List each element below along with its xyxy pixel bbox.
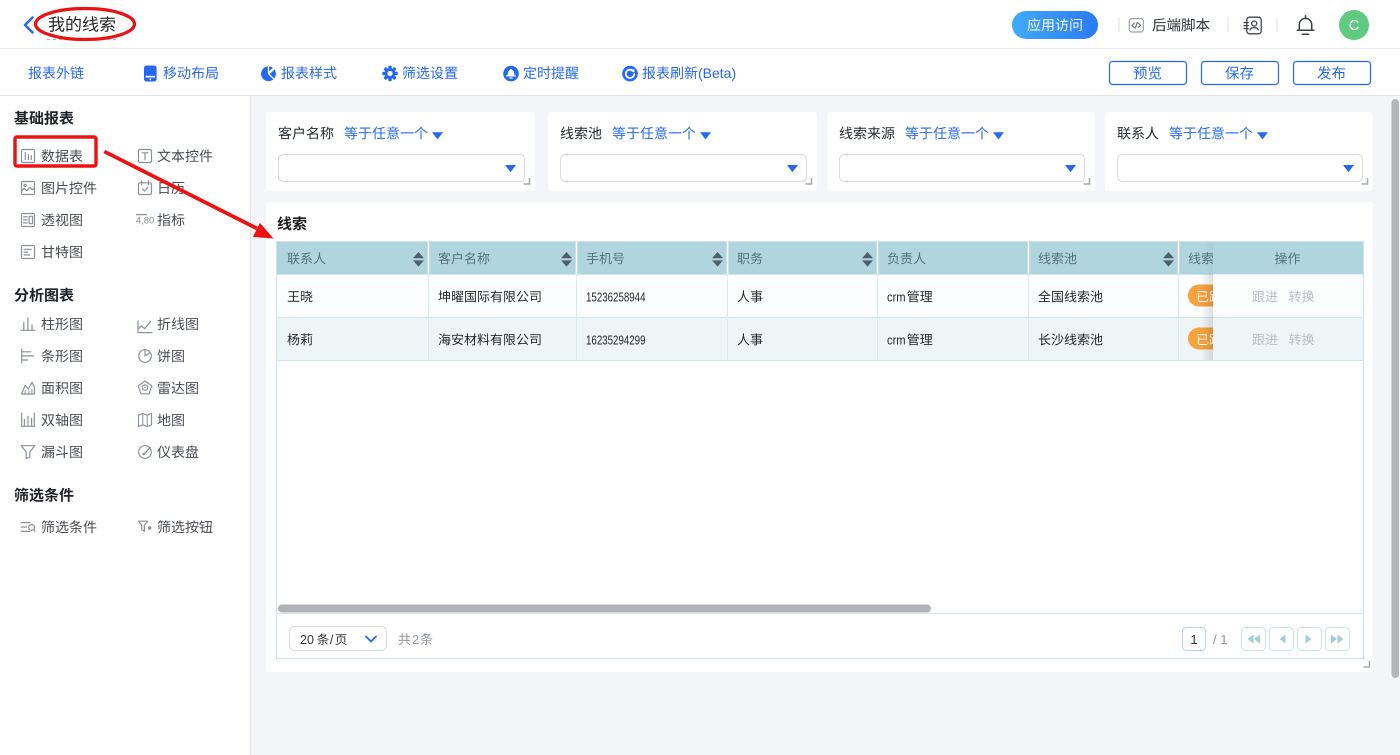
- svg-text:/: /: [330, 633, 334, 647]
- svg-text:crm: crm: [887, 289, 906, 304]
- svg-text:(Beta): (Beta): [698, 65, 736, 81]
- svg-text:1: 1: [1190, 632, 1197, 647]
- svg-text:15236258944: 15236258944: [586, 289, 646, 304]
- svg-text:4,80: 4,80: [136, 215, 155, 226]
- svg-text:crm: crm: [887, 332, 906, 347]
- svg-text:C: C: [1349, 18, 1359, 34]
- svg-text:2: 2: [412, 632, 419, 647]
- svg-text:16235294299: 16235294299: [586, 332, 646, 347]
- svg-text:20: 20: [300, 633, 314, 647]
- svg-text:/ 1: / 1: [1213, 632, 1227, 647]
